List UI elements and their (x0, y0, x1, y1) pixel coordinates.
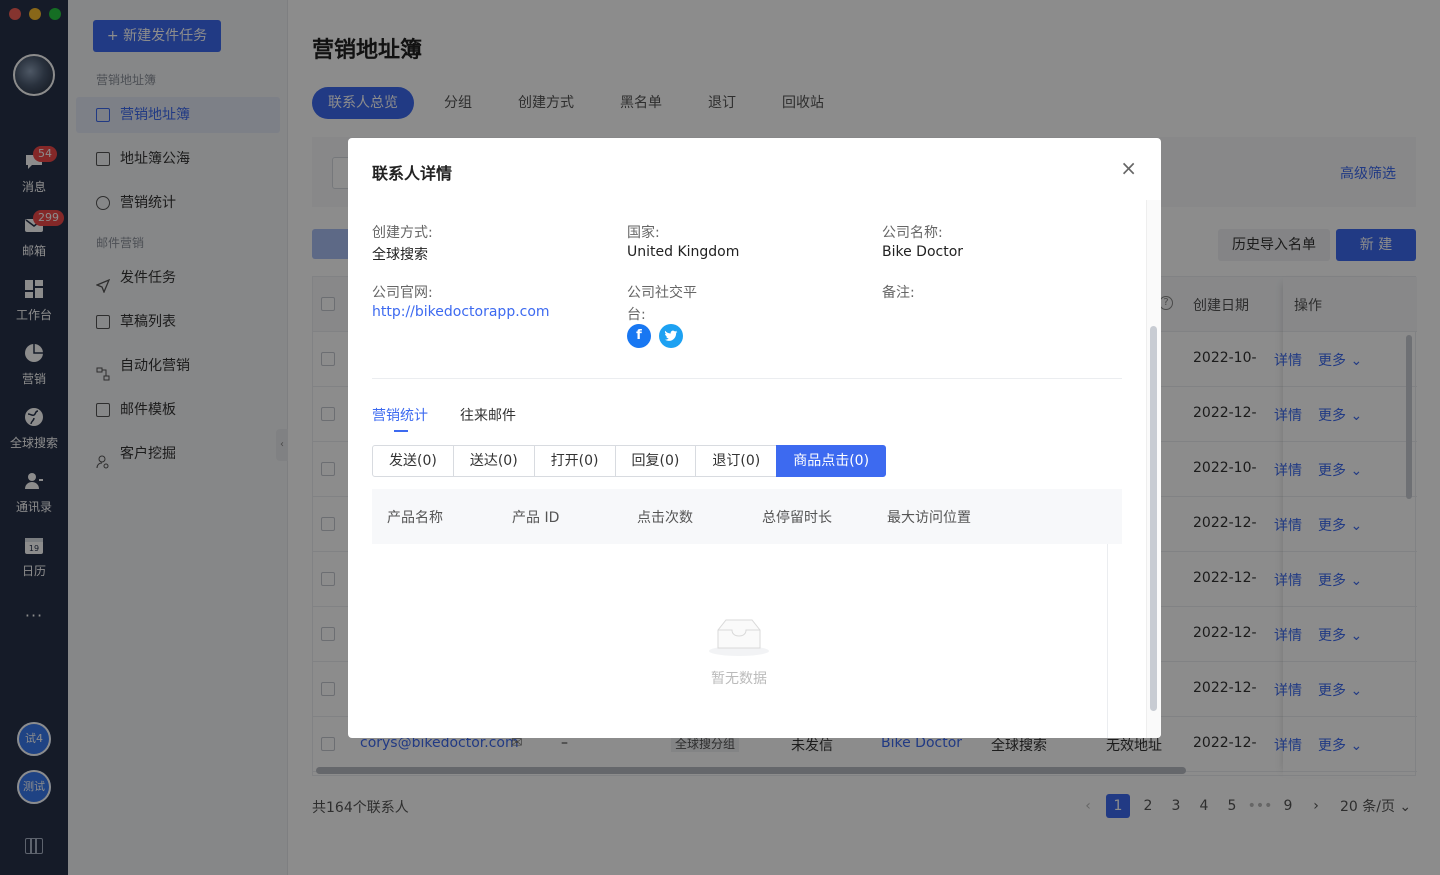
segment-replied[interactable]: 回复(0) (614, 445, 697, 477)
section-divider (372, 378, 1122, 379)
close-icon[interactable]: × (1120, 156, 1137, 180)
twitter-icon[interactable] (659, 324, 683, 348)
note-label: 备注: (882, 285, 915, 301)
website-link[interactable]: http://bikedoctorapp.com (372, 304, 550, 320)
segment-unsubscribed[interactable]: 退订(0) (695, 445, 778, 477)
create-method-label: 创建方式: (372, 225, 433, 241)
stats-segment-group: 发送(0) 送达(0) 打开(0) 回复(0) 退订(0) 商品点击(0) (372, 445, 887, 477)
modal-scrollbar[interactable] (1150, 326, 1157, 711)
table-scroll-edge (1107, 544, 1108, 738)
modal-title: 联系人详情 (372, 164, 453, 183)
empty-inbox-icon (709, 619, 769, 656)
segment-opened[interactable]: 打开(0) (533, 445, 616, 477)
column-product-id: 产品 ID (512, 510, 560, 526)
social-label-line2: 台: (627, 307, 646, 323)
website-label: 公司官网: (372, 285, 433, 301)
tab-marketing-stats[interactable]: 营销统计 (372, 405, 428, 425)
active-tab-indicator (394, 430, 408, 432)
create-method-value: 全球搜索 (372, 247, 428, 263)
column-click-count: 点击次数 (637, 510, 693, 526)
company-name-label: 公司名称: (882, 225, 943, 241)
social-label-line1: 公司社交平 (627, 285, 697, 301)
tab-email-history[interactable]: 往来邮件 (460, 405, 516, 425)
company-name-value: Bike Doctor (882, 244, 964, 260)
empty-state-text: 暂无数据 (711, 671, 767, 687)
country-label: 国家: (627, 225, 660, 241)
segment-delivered[interactable]: 送达(0) (452, 445, 535, 477)
product-table-header: 产品名称 产品 ID 点击次数 总停留时长 最大访问位置 (372, 489, 1122, 544)
facebook-icon[interactable]: f (627, 324, 651, 348)
column-max-visit-position: 最大访问位置 (887, 510, 971, 526)
country-value: United Kingdom (627, 244, 740, 260)
column-product-name: 产品名称 (387, 510, 443, 526)
column-total-dwell-time: 总停留时长 (762, 510, 832, 526)
segment-product-clicks[interactable]: 商品点击(0) (776, 445, 887, 477)
contact-detail-modal: 联系人详情 × 创建方式: 全球搜索 国家: United Kingdom 公司… (348, 138, 1161, 738)
segment-sent[interactable]: 发送(0) (372, 445, 454, 477)
